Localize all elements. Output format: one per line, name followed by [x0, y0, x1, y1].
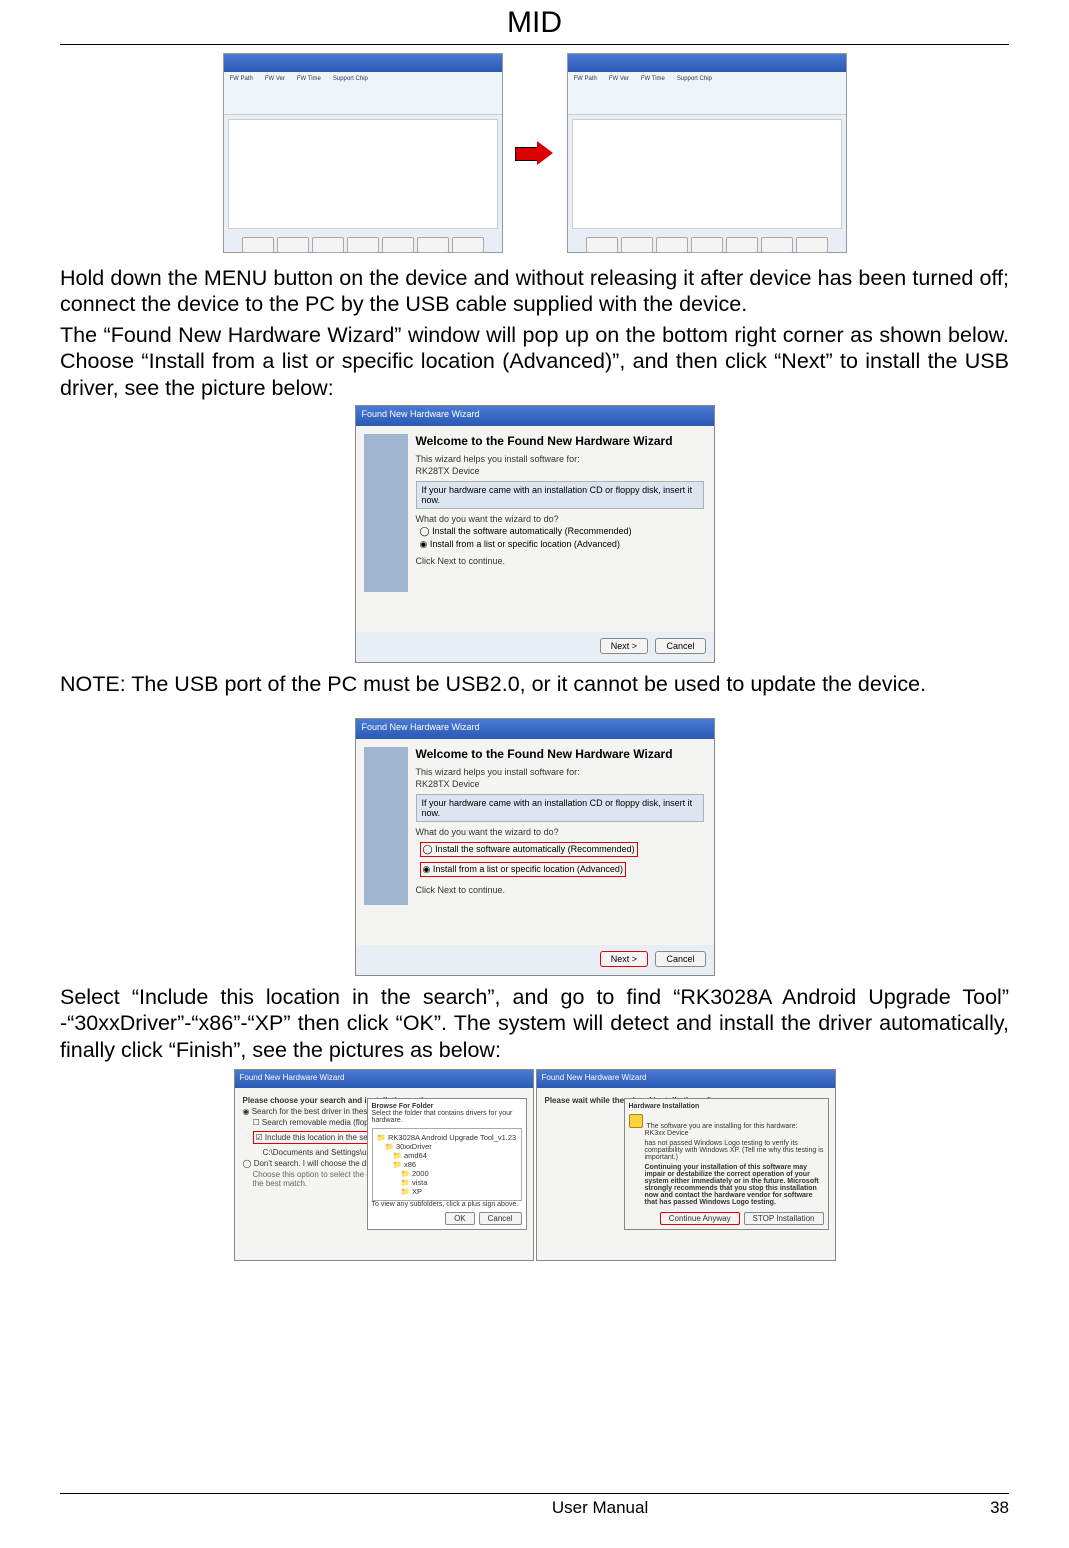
paragraph-2: The “Found New Hardware Wizard” window w… — [60, 322, 1009, 401]
figure-row-bottom: Found New Hardware Wizard Please choose … — [60, 1069, 1009, 1261]
browse-tree: 📁 RK3028A Android Upgrade Tool_v1.23 📁 3… — [372, 1128, 522, 1201]
wizard-side-image — [364, 747, 408, 905]
wizard-line: This wizard helps you install software f… — [416, 767, 704, 777]
browse-cancel-button: Cancel — [479, 1212, 522, 1225]
figure-installing: Found New Hardware Wizard Please wait wh… — [536, 1069, 836, 1261]
header-rule — [60, 44, 1009, 45]
wizard-device: RK28TX Device — [416, 466, 704, 476]
wizard-option-advanced: ◉ Install from a list or specific locati… — [420, 539, 704, 550]
hw-line: The software you are installing for this… — [647, 1123, 798, 1130]
footer-rule — [60, 1493, 1009, 1494]
tree-item: 30xxDriver — [396, 1142, 432, 1151]
arrow-right-icon — [515, 141, 555, 165]
tree-item: vista — [412, 1178, 427, 1187]
wizard-side-image — [364, 434, 408, 592]
wizard-question: What do you want the wizard to do? — [416, 827, 704, 837]
page-footer: User Manual 38 — [60, 1493, 1009, 1518]
browse-ok-button: OK — [445, 1212, 475, 1225]
wizard-option-advanced-highlight: ◉ Install from a list or specific locati… — [420, 862, 626, 877]
wizard-infobox: If your hardware came with an installati… — [416, 481, 704, 509]
fig-label: Support Chip — [677, 76, 712, 110]
tree-item: XP — [412, 1187, 422, 1196]
footer-page-number: 38 — [990, 1498, 1009, 1518]
figure-search-options: Found New Hardware Wizard Please choose … — [234, 1069, 534, 1261]
fig-label: FW Ver — [265, 76, 285, 110]
fig-label: FW Time — [641, 76, 665, 110]
fig-label: FW Path — [574, 76, 597, 110]
figure-button-row — [224, 233, 502, 257]
figure-body — [228, 119, 498, 229]
figure-wizard-1: Found New Hardware Wizard Welcome to the… — [355, 405, 715, 663]
wizard-option-label: Install the software automatically (Reco… — [432, 526, 632, 536]
browse-line: Select the folder that contains drivers … — [372, 1110, 522, 1124]
figure-wizard-2: Found New Hardware Wizard Welcome to the… — [355, 718, 715, 976]
wizard-heading: Welcome to the Found New Hardware Wizard — [416, 434, 704, 448]
figure-titlebar: Found New Hardware Wizard — [235, 1070, 533, 1088]
wizard-option-auto-highlight: ◯ Install the software automatically (Re… — [420, 842, 638, 857]
hw-title: Hardware Installation — [629, 1103, 824, 1110]
wizard-question: What do you want the wizard to do? — [416, 514, 704, 524]
figure-titlebar — [568, 54, 846, 72]
browse-note: To view any subfolders, click a plus sig… — [372, 1201, 522, 1208]
hw-line2: has not passed Windows Logo testing to v… — [645, 1140, 824, 1161]
figure-row-batchtool: FW Path FW Ver FW Time Support Chip FW P… — [60, 53, 1009, 253]
wizard-heading: Welcome to the Found New Hardware Wizard — [416, 747, 704, 761]
note-usb20: NOTE: The USB port of the PC must be USB… — [60, 671, 1009, 697]
wizard-cancel-button: Cancel — [655, 638, 705, 654]
stop-installation-button: STOP Installation — [744, 1212, 824, 1225]
figure-button-row — [568, 233, 846, 257]
figure-body — [572, 119, 842, 229]
tree-item: x86 — [404, 1160, 416, 1169]
wizard-continue: Click Next to continue. — [416, 885, 704, 895]
tree-item: 2000 — [412, 1169, 429, 1178]
wizard-option-label: Install the software automatically (Reco… — [435, 844, 635, 854]
browse-title: Browse For Folder — [372, 1103, 522, 1110]
figure-batchtool-before: FW Path FW Ver FW Time Support Chip — [223, 53, 503, 253]
warning-icon — [629, 1114, 643, 1128]
paragraph-1: Hold down the MENU button on the device … — [60, 265, 1009, 318]
wizard-option-label: Install from a list or specific location… — [433, 864, 623, 874]
wizard-option-label: Install from a list or specific location… — [430, 539, 620, 549]
wizard-cancel-button: Cancel — [655, 951, 705, 967]
fig-label: Support Chip — [333, 76, 368, 110]
wizard-titlebar: Found New Hardware Wizard — [356, 719, 714, 739]
page-header-title: MID — [60, 0, 1009, 44]
footer-label: User Manual — [210, 1498, 990, 1518]
figure-batchtool-after: FW Path FW Ver FW Time Support Chip — [567, 53, 847, 253]
wizard-line: This wizard helps you install software f… — [416, 454, 704, 464]
wizard-next-button: Next > — [600, 638, 648, 654]
fig-label: FW Ver — [609, 76, 629, 110]
wizard-device: RK28TX Device — [416, 779, 704, 789]
wizard-continue: Click Next to continue. — [416, 556, 704, 566]
wizard-option-auto: ◯ Install the software automatically (Re… — [420, 526, 704, 537]
fig-label: FW Path — [230, 76, 253, 110]
paragraph-3: Select “Include this location in the sea… — [60, 984, 1009, 1063]
tree-item: RK3028A Android Upgrade Tool_v1.23 — [388, 1133, 516, 1142]
continue-anyway-button-highlight: Continue Anyway — [660, 1212, 740, 1225]
hw-line3: Continuing your installation of this sof… — [645, 1164, 824, 1206]
hw-device: RK3xx Device — [645, 1130, 824, 1137]
wizard-titlebar: Found New Hardware Wizard — [356, 406, 714, 426]
figure-info: FW Path FW Ver FW Time Support Chip — [224, 72, 502, 115]
browse-folder-dialog: Browse For Folder Select the folder that… — [367, 1098, 527, 1230]
figure-titlebar: Found New Hardware Wizard — [537, 1070, 835, 1088]
hardware-installation-dialog: Hardware Installation The software you a… — [624, 1098, 829, 1230]
wizard-next-button-highlight: Next > — [600, 951, 648, 967]
wizard-infobox: If your hardware came with an installati… — [416, 794, 704, 822]
fig-label: FW Time — [297, 76, 321, 110]
figure-info: FW Path FW Ver FW Time Support Chip — [568, 72, 846, 115]
figure-titlebar — [224, 54, 502, 72]
tree-item: amd64 — [404, 1151, 427, 1160]
